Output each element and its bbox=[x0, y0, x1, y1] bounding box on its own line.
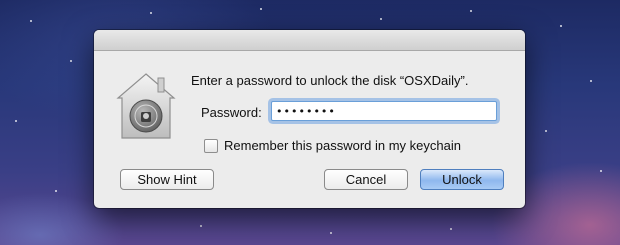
star bbox=[260, 8, 262, 10]
dialog-prompt: Enter a password to unlock the disk “OSX… bbox=[191, 73, 469, 88]
remember-checkbox[interactable] bbox=[204, 138, 218, 153]
star bbox=[590, 80, 592, 82]
star bbox=[150, 12, 152, 14]
star bbox=[450, 228, 452, 230]
star bbox=[70, 60, 72, 62]
star bbox=[55, 190, 57, 192]
password-field[interactable] bbox=[271, 101, 497, 121]
star bbox=[560, 25, 562, 27]
remember-label[interactable]: Remember this password in my keychain bbox=[224, 138, 461, 153]
star bbox=[545, 130, 547, 132]
dialog-titlebar bbox=[94, 30, 525, 51]
star bbox=[600, 170, 602, 172]
cancel-button[interactable]: Cancel bbox=[324, 169, 408, 190]
unlock-button[interactable]: Unlock bbox=[420, 169, 504, 190]
remember-keychain-option[interactable]: Remember this password in my keychain bbox=[204, 138, 461, 153]
star bbox=[15, 120, 17, 122]
star bbox=[380, 18, 382, 20]
filevault-lock-icon bbox=[114, 70, 178, 142]
star bbox=[330, 232, 332, 234]
password-label: Password: bbox=[201, 105, 262, 120]
star bbox=[470, 10, 472, 12]
unlock-disk-dialog: Enter a password to unlock the disk “OSX… bbox=[94, 30, 525, 208]
star bbox=[30, 20, 32, 22]
star bbox=[200, 225, 202, 227]
show-hint-button[interactable]: Show Hint bbox=[120, 169, 214, 190]
